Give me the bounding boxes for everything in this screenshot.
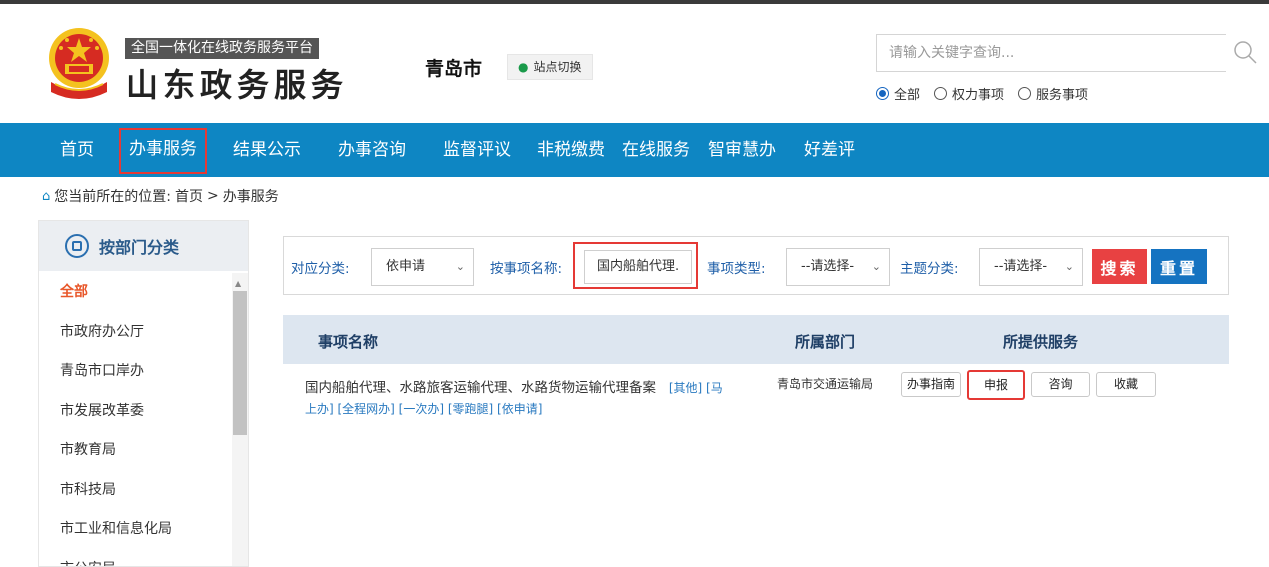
results-table-header: 事项名称 所属部门 所提供服务 xyxy=(283,315,1229,364)
nav-payment[interactable]: 非税缴费 xyxy=(537,123,605,177)
category-label: 对应分类: xyxy=(291,261,350,277)
nav-smart[interactable]: 智审慧办 xyxy=(708,123,776,177)
search-scope: 全部 权力事项 服务事项 xyxy=(876,84,1088,103)
search-icon[interactable] xyxy=(1233,40,1257,64)
sidebar-item[interactable]: 市发展改革委 xyxy=(39,392,232,432)
item-name[interactable]: 国内船舶代理、水路旅客运输代理、水路货物运输代理备案 xyxy=(305,380,656,396)
item-tags-line1: [其他] [马 xyxy=(668,381,723,395)
item-tags-line2: 上办] [全程网办] [一次办] [零跑腿] [依申请] xyxy=(305,402,543,416)
sidebar-item[interactable]: 青岛市口岸办 xyxy=(39,352,232,392)
sidebar-scroll-thumb[interactable] xyxy=(233,291,247,435)
item-name-input[interactable]: 国内船舶代理. xyxy=(584,250,692,284)
name-label: 按事项名称: xyxy=(490,261,563,277)
sidebar-item[interactable]: 市公安局 xyxy=(39,550,232,567)
main-nav: 首页 办事服务 结果公示 办事咨询 监督评议 非税缴费 在线服务 智审慧办 好差… xyxy=(0,123,1269,177)
reset-button[interactable]: 重置 xyxy=(1151,249,1207,284)
breadcrumb-home[interactable]: 首页 xyxy=(175,186,203,206)
radio-selected-icon xyxy=(876,87,889,100)
table-row-name[interactable]: 国内船舶代理、水路旅客运输代理、水路货物运输代理备案 [其他] [马 上办] [… xyxy=(305,378,745,420)
radio-icon xyxy=(1018,87,1032,100)
sidebar-title: 按部门分类 xyxy=(99,238,180,257)
category-select[interactable]: 依申请 ⌄ xyxy=(371,248,474,286)
department-list: 全部 市政府办公厅 青岛市口岸办 市发展改革委 市教育局 市科技局 市工业和信息… xyxy=(39,273,232,567)
sidebar-item[interactable]: 市工业和信息化局 xyxy=(39,510,232,550)
nav-online[interactable]: 在线服务 xyxy=(622,123,690,177)
breadcrumb-prefix: 您当前所在的位置: xyxy=(54,189,171,205)
breadcrumb-separator: > xyxy=(206,188,219,204)
current-city: 青岛市 xyxy=(425,58,483,80)
radio-icon xyxy=(934,87,948,100)
platform-title: 山东政务服务 xyxy=(126,66,349,104)
consult-button[interactable]: 咨询 xyxy=(1031,372,1090,397)
nav-home[interactable]: 首页 xyxy=(60,123,94,177)
sidebar-item[interactable]: 市科技局 xyxy=(39,471,232,511)
chevron-down-icon: ⌄ xyxy=(1064,260,1074,273)
sidebar-item-all[interactable]: 全部 xyxy=(39,273,232,313)
scope-power[interactable]: 权力事项 xyxy=(934,84,1004,103)
scope-service[interactable]: 服务事项 xyxy=(1018,84,1088,103)
department-icon xyxy=(65,234,89,258)
chevron-down-icon: ⌄ xyxy=(871,260,881,273)
apply-button[interactable]: 申报 xyxy=(967,370,1025,400)
theme-label: 主题分类: xyxy=(900,261,959,277)
type-label: 事项类型: xyxy=(707,261,766,277)
theme-select[interactable]: --请选择- ⌄ xyxy=(979,248,1083,286)
col-header-dept: 所属部门 xyxy=(795,333,856,351)
search-button[interactable]: 搜索 xyxy=(1092,249,1147,284)
search-input[interactable]: 请输入关键字查询... xyxy=(876,34,1226,72)
location-pin-icon: ● xyxy=(518,60,529,74)
sidebar-header: 按部门分类 xyxy=(39,221,248,271)
emblem-icon xyxy=(49,28,109,99)
platform-subtitle: 全国一体化在线政务服务平台 xyxy=(125,38,319,59)
type-select[interactable]: --请选择- ⌄ xyxy=(786,248,890,286)
home-icon: ⌂ xyxy=(42,188,51,204)
col-header-name: 事项名称 xyxy=(318,333,379,351)
nav-consult[interactable]: 办事咨询 xyxy=(338,123,406,177)
table-row-dept: 青岛市交通运输局 xyxy=(777,377,874,391)
scroll-up-icon[interactable]: ▲ xyxy=(235,279,241,288)
chevron-down-icon: ⌄ xyxy=(455,260,465,273)
scope-all[interactable]: 全部 xyxy=(876,84,920,103)
filter-bar: 对应分类: 依申请 ⌄ 按事项名称: 国内船舶代理. 事项类型: --请选择- … xyxy=(283,236,1229,295)
site-switch-label: 站点切换 xyxy=(533,60,582,74)
nav-results[interactable]: 结果公示 xyxy=(233,123,301,177)
department-sidebar: 按部门分类 全部 市政府办公厅 青岛市口岸办 市发展改革委 市教育局 市科技局 … xyxy=(38,220,249,567)
guide-button[interactable]: 办事指南 xyxy=(901,372,961,397)
sidebar-item[interactable]: 市政府办公厅 xyxy=(39,313,232,353)
site-switch-button[interactable]: ● 站点切换 xyxy=(507,54,593,80)
breadcrumb: ⌂ 您当前所在的位置: 首页 > 办事服务 xyxy=(42,186,279,206)
favorite-button[interactable]: 收藏 xyxy=(1096,372,1156,397)
nav-rating[interactable]: 好差评 xyxy=(804,123,855,177)
site-header: 全国一体化在线政务服务平台 山东政务服务 青岛市 ● 站点切换 请输入关键字查询.… xyxy=(0,4,1269,123)
col-header-services: 所提供服务 xyxy=(1003,333,1079,351)
breadcrumb-current: 办事服务 xyxy=(222,189,279,205)
nav-services[interactable]: 办事服务 xyxy=(117,126,209,176)
sidebar-item[interactable]: 市教育局 xyxy=(39,431,232,471)
nav-supervision[interactable]: 监督评议 xyxy=(443,123,511,177)
